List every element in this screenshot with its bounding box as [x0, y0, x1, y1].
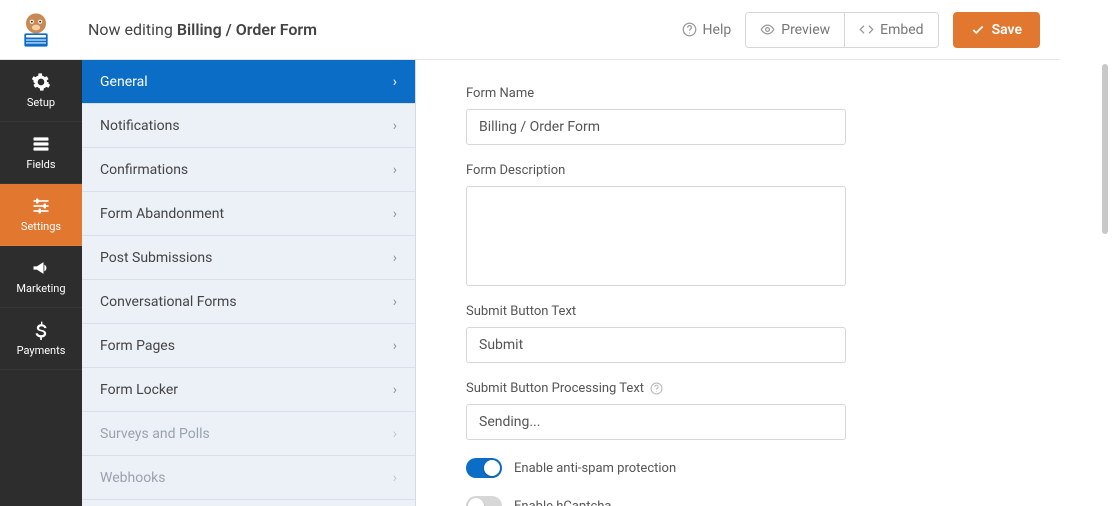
antispam-toggle[interactable] [466, 458, 502, 478]
code-icon [859, 22, 874, 37]
editing-form-name: Billing / Order Form [177, 20, 317, 39]
topbar-controls: Help Preview Embed Save [682, 12, 1040, 48]
form-description-label: Form Description [466, 163, 896, 178]
settings-panel: Form Name Form Description Submit Button… [416, 60, 1060, 506]
submit-processing-label: Submit Button Processing Text [466, 381, 896, 396]
subnav-label: Notifications [100, 118, 180, 134]
scrollbar[interactable] [1102, 64, 1108, 234]
rail-label: Settings [21, 220, 61, 233]
help-link[interactable]: Help [682, 22, 732, 38]
bullhorn-icon [31, 258, 51, 278]
subnav-label: Surveys and Polls [100, 426, 210, 442]
subnav-surveys-polls[interactable]: Surveys and Polls › [82, 412, 415, 456]
rail-setup[interactable]: Setup [0, 60, 82, 122]
help-hint-icon[interactable] [650, 382, 663, 395]
antispam-toggle-row: Enable anti-spam protection [466, 458, 896, 478]
subnav-form-abandonment[interactable]: Form Abandonment › [82, 192, 415, 236]
embed-button[interactable]: Embed [844, 13, 937, 47]
subnav-webhooks[interactable]: Webhooks › [82, 456, 415, 500]
submit-text-label: Submit Button Text [466, 304, 896, 319]
antispam-label: Enable anti-spam protection [514, 461, 676, 476]
subnav-label: Form Locker [100, 382, 178, 398]
form-description-input[interactable] [466, 186, 846, 286]
preview-button[interactable]: Preview [746, 13, 844, 47]
chevron-right-icon: › [393, 118, 397, 134]
rail-label: Setup [27, 96, 55, 109]
rail-label: Marketing [16, 282, 65, 295]
rail-label: Fields [26, 158, 55, 171]
submit-text-group: Submit Button Text [466, 304, 896, 363]
subnav-label: Webhooks [100, 470, 166, 486]
gear-icon [31, 72, 51, 92]
help-label: Help [703, 22, 732, 38]
subnav-post-submissions[interactable]: Post Submissions › [82, 236, 415, 280]
subnav-label: Form Pages [100, 338, 175, 354]
chevron-right-icon: › [393, 162, 397, 178]
subnav-label: General [100, 74, 148, 90]
list-icon [31, 134, 51, 154]
eye-icon [760, 22, 775, 37]
chevron-right-icon: › [393, 382, 397, 398]
embed-label: Embed [880, 22, 923, 38]
preview-label: Preview [781, 22, 830, 38]
body: Setup Fields Settings Marketing Payments [0, 60, 1060, 506]
chevron-right-icon: › [393, 338, 397, 354]
logo [14, 8, 58, 52]
rail-payments[interactable]: Payments [0, 308, 82, 370]
nav-rail: Setup Fields Settings Marketing Payments [0, 60, 82, 506]
subnav-form-pages[interactable]: Form Pages › [82, 324, 415, 368]
chevron-right-icon: › [393, 250, 397, 266]
subnav-label: Post Submissions [100, 250, 212, 266]
subnav-label: Form Abandonment [100, 206, 224, 222]
hcaptcha-label: Enable hCaptcha [514, 499, 612, 506]
submit-processing-input[interactable] [466, 404, 846, 440]
subnav-form-locker[interactable]: Form Locker › [82, 368, 415, 412]
check-icon [971, 23, 985, 37]
sliders-icon [31, 196, 51, 216]
rail-fields[interactable]: Fields [0, 122, 82, 184]
form-name-group: Form Name [466, 86, 896, 145]
settings-subnav: General › Notifications › Confirmations … [82, 60, 416, 506]
subnav-label: Conversational Forms [100, 294, 237, 310]
subnav-confirmations[interactable]: Confirmations › [82, 148, 415, 192]
hcaptcha-toggle-row: Enable hCaptcha [466, 496, 896, 506]
subnav-general[interactable]: General › [82, 60, 415, 104]
submit-text-input[interactable] [466, 327, 846, 363]
editing-prefix: Now editing [88, 20, 177, 39]
save-button[interactable]: Save [953, 12, 1040, 48]
chevron-right-icon: › [393, 74, 397, 90]
form-name-label: Form Name [466, 86, 896, 101]
form-description-group: Form Description [466, 163, 896, 286]
submit-processing-group: Submit Button Processing Text [466, 381, 896, 440]
chevron-right-icon: › [393, 470, 397, 486]
rail-settings[interactable]: Settings [0, 184, 82, 246]
help-icon [682, 22, 697, 37]
hcaptcha-toggle[interactable] [466, 496, 502, 506]
chevron-right-icon: › [393, 426, 397, 442]
chevron-right-icon: › [393, 294, 397, 310]
subnav-label: Confirmations [100, 162, 188, 178]
subnav-conversational-forms[interactable]: Conversational Forms › [82, 280, 415, 324]
page-title: Now editing Billing / Order Form [88, 20, 317, 39]
chevron-right-icon: › [393, 206, 397, 222]
rail-marketing[interactable]: Marketing [0, 246, 82, 308]
subnav-notifications[interactable]: Notifications › [82, 104, 415, 148]
right-margin [1060, 0, 1116, 506]
rail-label: Payments [17, 344, 66, 357]
form-name-input[interactable] [466, 109, 846, 145]
preview-embed-group: Preview Embed [745, 12, 938, 48]
topbar: Now editing Billing / Order Form Help Pr… [0, 0, 1060, 60]
dollar-icon [31, 320, 51, 340]
save-label: Save [992, 22, 1022, 38]
